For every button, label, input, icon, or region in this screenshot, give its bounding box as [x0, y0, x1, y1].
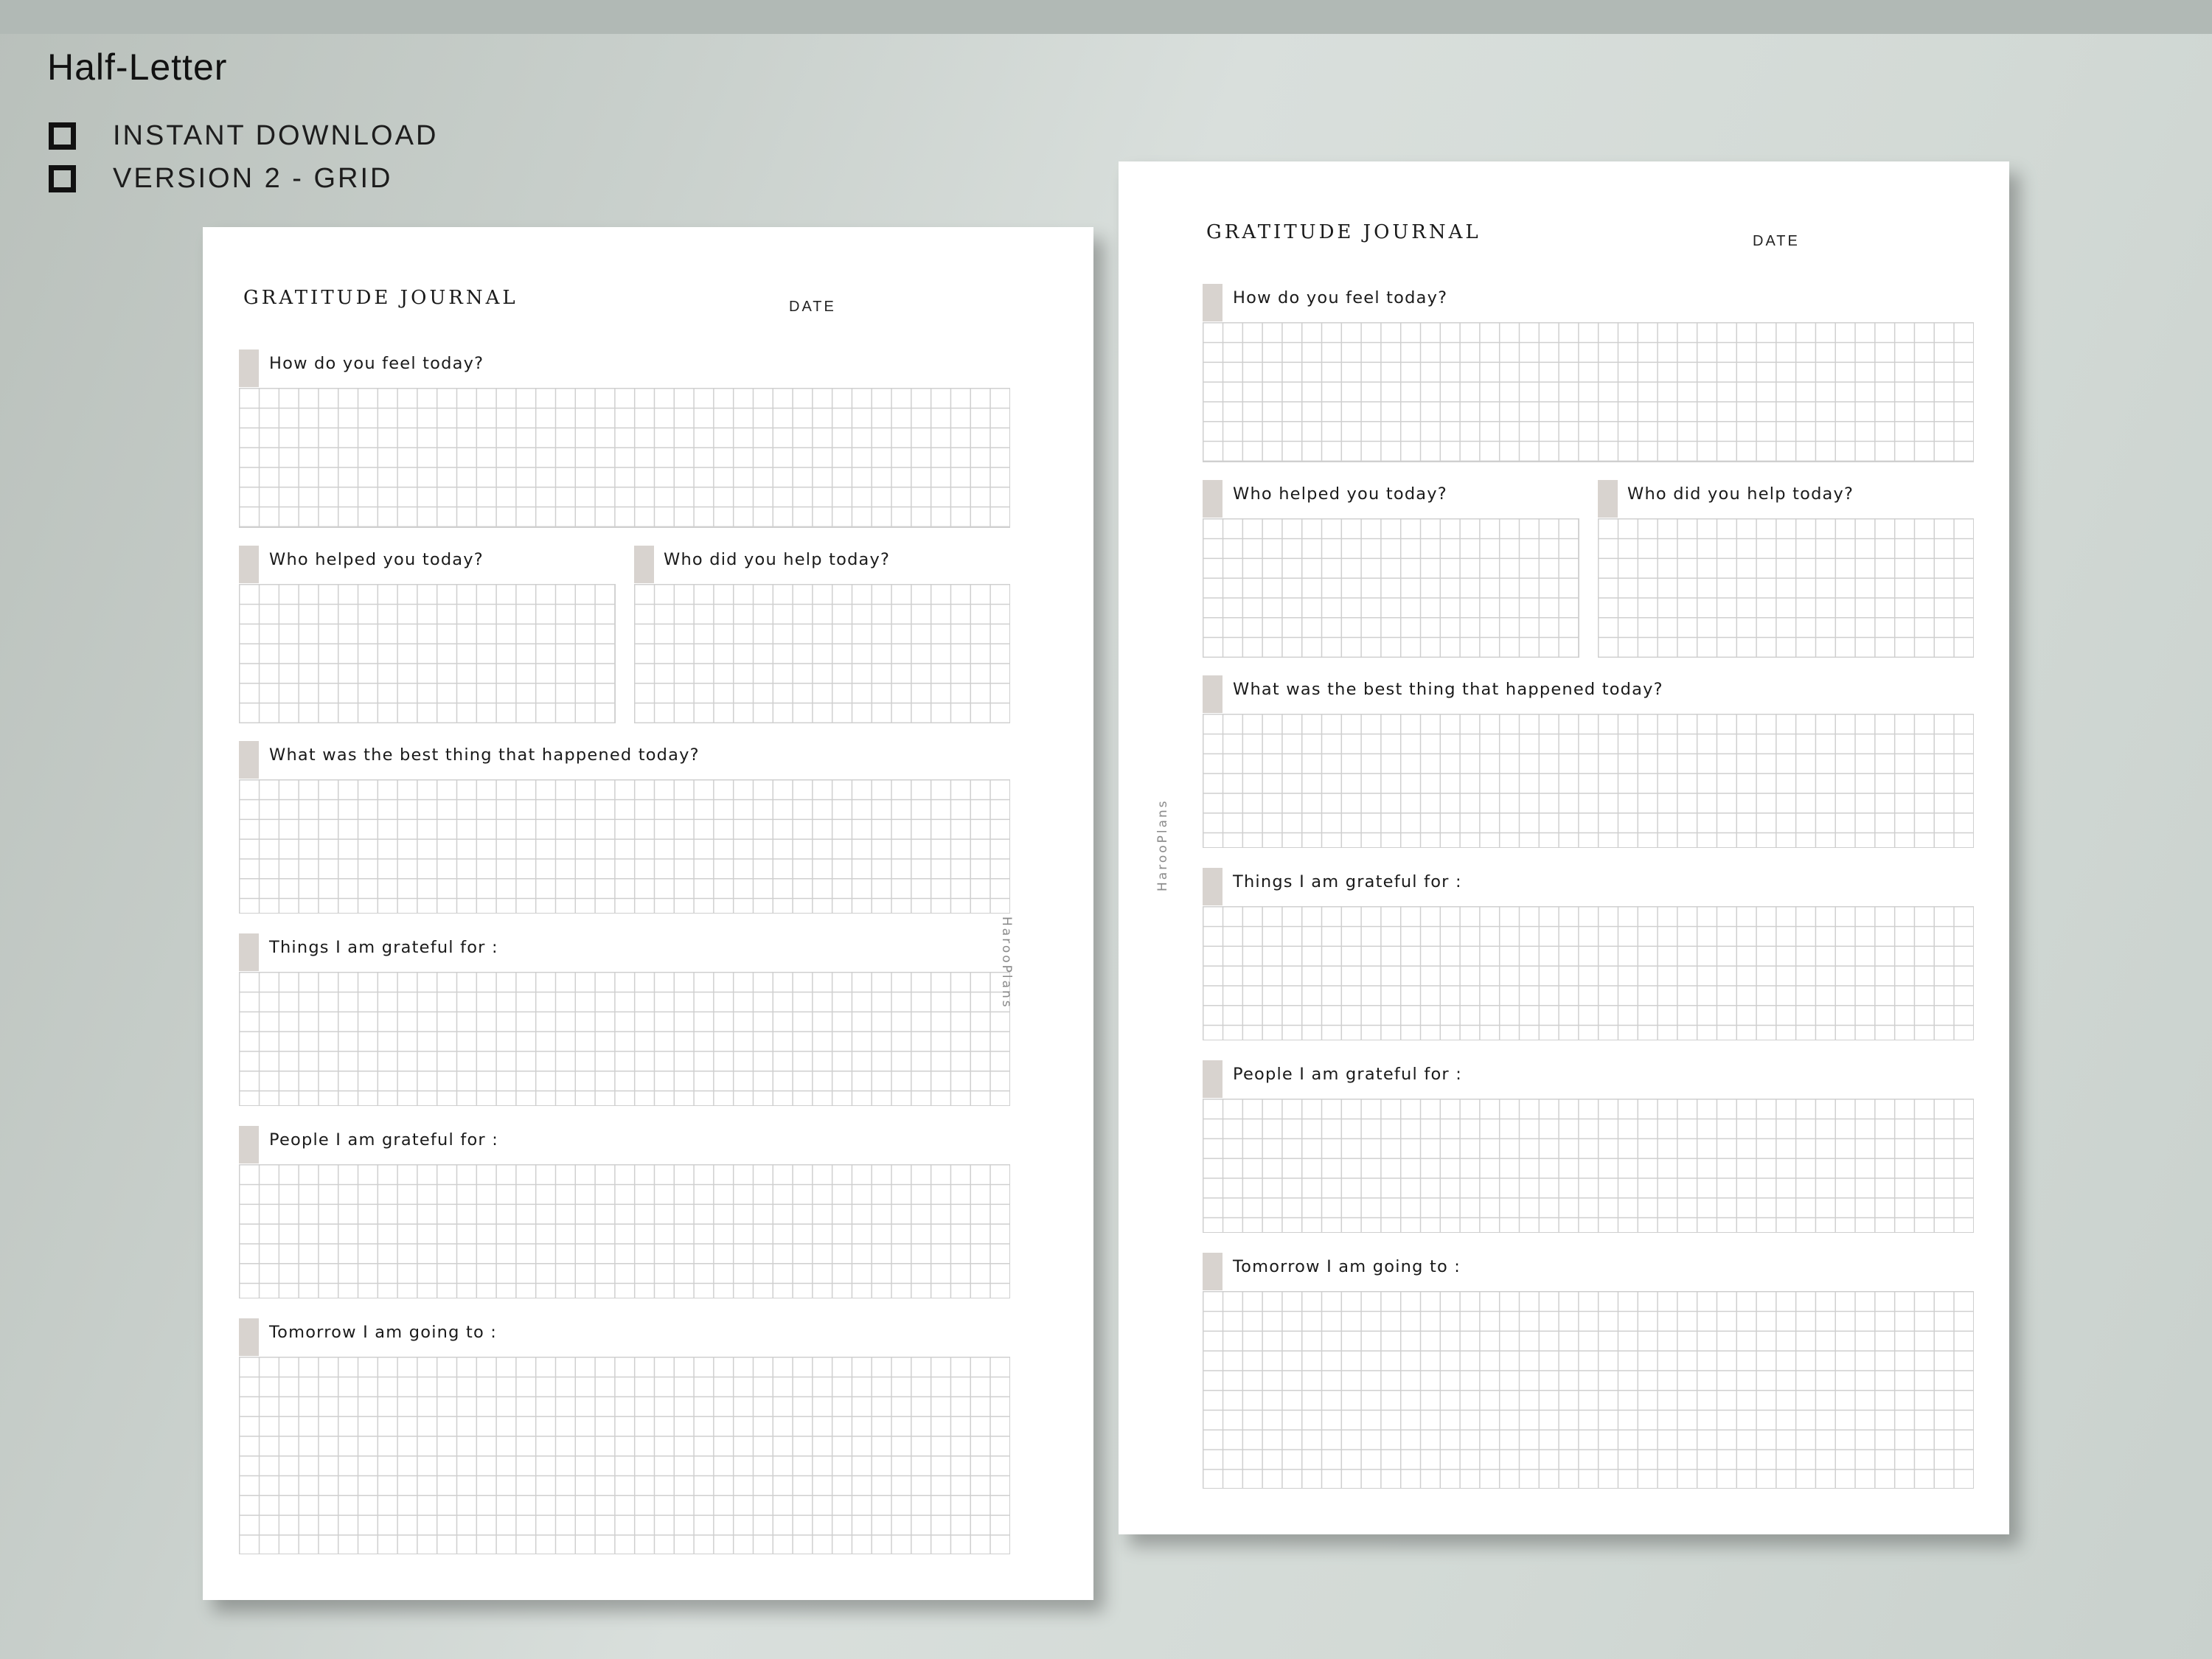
grid-tomorrow[interactable] [239, 1357, 1010, 1554]
section-tab [1598, 480, 1618, 518]
date-label: DATE [789, 299, 836, 315]
feature-instant-download: INSTANT DOWNLOAD [49, 119, 439, 151]
section-tab [1203, 480, 1222, 518]
grid-best-thing[interactable] [239, 779, 1010, 914]
checkbox-icon [49, 122, 76, 150]
checkbox-icon [49, 164, 76, 192]
section-tab [239, 741, 259, 779]
top-strip [0, 0, 2212, 34]
section-tab [239, 546, 259, 583]
grid-who-helped-you[interactable] [239, 584, 616, 723]
journal-sheet-right: GRATITUDE JOURNAL DATE How do you feel t… [1119, 161, 2009, 1534]
grid-feel-today[interactable] [1203, 322, 1974, 462]
question-who-helped-you: Who helped you today? [269, 550, 484, 569]
brand-watermark: HarooPlans [999, 917, 1014, 1009]
section-tab [1203, 284, 1222, 321]
grid-things-grateful[interactable] [239, 972, 1010, 1106]
question-things-grateful: Things I am grateful for : [269, 938, 498, 957]
section-tab [239, 933, 259, 971]
section-tab [634, 546, 654, 583]
grid-feel-today[interactable] [239, 388, 1010, 528]
brand-watermark: HarooPlans [1155, 799, 1170, 891]
question-people-grateful: People I am grateful for : [1233, 1065, 1462, 1084]
question-tomorrow: Tomorrow I am going to : [1233, 1257, 1461, 1276]
question-feel-today: How do you feel today? [269, 354, 484, 373]
journal-title: GRATITUDE JOURNAL [243, 287, 518, 309]
grid-things-grateful[interactable] [1203, 906, 1974, 1040]
feature-label: VERSION 2 - GRID [113, 162, 393, 194]
section-tab [239, 349, 259, 387]
question-who-did-you-help: Who did you help today? [664, 550, 891, 569]
date-label: DATE [1753, 233, 1800, 249]
feature-version-grid: VERSION 2 - GRID [49, 162, 393, 194]
question-best-thing: What was the best thing that happened to… [1233, 680, 1663, 699]
page-title: Half-Letter [47, 46, 228, 88]
section-tab [1203, 675, 1222, 713]
section-tab [1203, 1060, 1222, 1098]
feature-label: INSTANT DOWNLOAD [113, 119, 439, 151]
question-people-grateful: People I am grateful for : [269, 1130, 498, 1150]
journal-title: GRATITUDE JOURNAL [1206, 221, 1481, 243]
section-tab [239, 1318, 259, 1356]
grid-best-thing[interactable] [1203, 714, 1974, 848]
journal-sheet-left: GRATITUDE JOURNAL DATE How do you feel t… [203, 227, 1093, 1600]
section-tab [1203, 868, 1222, 905]
question-who-did-you-help: Who did you help today? [1627, 484, 1854, 504]
grid-who-did-you-help[interactable] [1598, 518, 1974, 658]
section-tab [239, 1126, 259, 1164]
question-tomorrow: Tomorrow I am going to : [269, 1323, 498, 1342]
section-tab [1203, 1253, 1222, 1290]
question-things-grateful: Things I am grateful for : [1233, 872, 1462, 891]
question-feel-today: How do you feel today? [1233, 288, 1448, 307]
grid-people-grateful[interactable] [239, 1164, 1010, 1298]
grid-who-did-you-help[interactable] [634, 584, 1010, 723]
grid-people-grateful[interactable] [1203, 1099, 1974, 1233]
question-best-thing: What was the best thing that happened to… [269, 745, 700, 765]
question-who-helped-you: Who helped you today? [1233, 484, 1447, 504]
grid-tomorrow[interactable] [1203, 1291, 1974, 1489]
grid-who-helped-you[interactable] [1203, 518, 1579, 658]
